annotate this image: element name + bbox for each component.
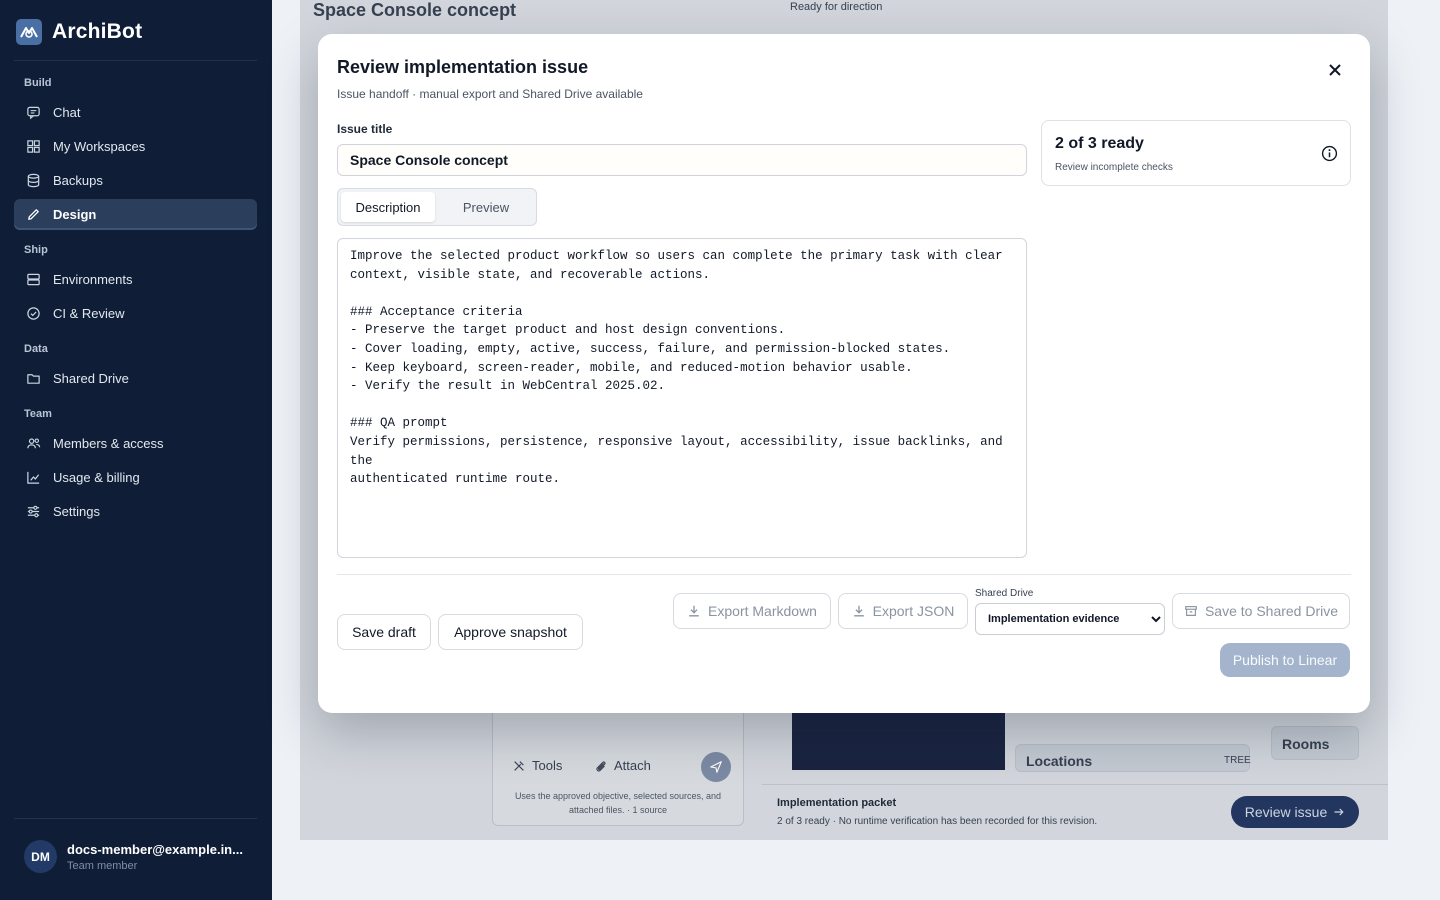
- rooms-label: Rooms: [1282, 736, 1330, 752]
- brand-name: ArchiBot: [52, 20, 143, 43]
- archibot-logo-icon: [16, 19, 42, 45]
- export-json-button[interactable]: Export JSON: [838, 593, 968, 629]
- sidebar: ArchiBot Build Chat My Workspaces Backup…: [0, 0, 272, 900]
- tools-button: Tools: [512, 758, 562, 773]
- sidebar-item-environments[interactable]: Environments: [14, 264, 257, 295]
- sidebar-item-label: Usage & billing: [53, 470, 140, 485]
- modal-divider: [337, 574, 1351, 575]
- locations-label: Locations: [1026, 753, 1093, 769]
- users-icon: [27, 438, 41, 449]
- sidebar-item-ci-review[interactable]: CI & Review: [14, 298, 257, 329]
- sidebar-item-label: Backups: [53, 173, 103, 188]
- server-icon: [27, 273, 40, 286]
- pencil-icon: [28, 209, 39, 220]
- user-profile[interactable]: DM docs-member@example.in... Team member: [24, 840, 245, 873]
- sidebar-divider: [14, 818, 257, 819]
- description-editor[interactable]: Improve the selected product workflow so…: [337, 238, 1027, 558]
- sidebar-item-label: Design: [53, 207, 97, 222]
- save-draft-button[interactable]: Save draft: [337, 614, 431, 650]
- sidebar-item-label: Chat: [53, 105, 81, 120]
- attach-button: Attach: [594, 758, 651, 773]
- paperclip-icon: [596, 760, 606, 772]
- tab-description[interactable]: Description: [341, 192, 435, 222]
- modal-subtitle: Issue handoff · manual export and Shared…: [337, 87, 643, 101]
- sidebar-item-label: Shared Drive: [53, 371, 129, 386]
- export-markdown-button[interactable]: Export Markdown: [673, 593, 831, 629]
- issue-title-input[interactable]: [337, 144, 1027, 176]
- sidebar-item-my-workspaces[interactable]: My Workspaces: [14, 131, 257, 162]
- download-icon: [689, 605, 699, 617]
- readiness-title: 2 of 3 ready: [1055, 135, 1144, 152]
- send-button: [701, 752, 731, 782]
- archive-icon: [1185, 606, 1197, 616]
- nav-group-build: Build: [24, 77, 52, 89]
- sidebar-item-design[interactable]: Design: [14, 199, 257, 230]
- export-markdown-label: Export Markdown: [708, 603, 817, 619]
- send-icon: [710, 761, 722, 773]
- brand-divider: [14, 60, 257, 61]
- review-issue-button: Review issue: [1231, 796, 1359, 828]
- info-icon[interactable]: [1321, 145, 1338, 162]
- description-tabs: Description Preview: [337, 188, 537, 226]
- review-issue-modal: Review implementation issue Issue handof…: [318, 34, 1370, 713]
- sidebar-item-chat[interactable]: Chat: [14, 97, 257, 128]
- chat-icon: [27, 106, 40, 120]
- export-json-label: Export JSON: [872, 603, 955, 619]
- user-role: Team member: [67, 859, 138, 872]
- tab-preview[interactable]: Preview: [439, 192, 533, 222]
- sidebar-item-backups[interactable]: Backups: [14, 165, 257, 196]
- modal-title: Review implementation issue: [337, 57, 589, 77]
- readiness-subtitle: Review incomplete checks: [1055, 162, 1173, 173]
- publish-to-linear-button[interactable]: Publish to Linear: [1220, 643, 1350, 677]
- readiness-card: 2 of 3 ready Review incomplete checks: [1041, 120, 1351, 186]
- bar-chart-icon: [27, 471, 40, 484]
- status-text: Ready for direction: [790, 1, 883, 13]
- sidebar-item-label: Members & access: [53, 436, 164, 451]
- approve-snapshot-button[interactable]: Approve snapshot: [438, 614, 583, 650]
- page-title: Space Console concept: [313, 0, 517, 20]
- check-circle-icon: [27, 307, 40, 320]
- composer-hint: Uses the approved objective, selected so…: [514, 791, 722, 815]
- user-email: docs-member@example.in...: [67, 841, 243, 857]
- packet-title: Implementation packet: [777, 797, 897, 809]
- tools-icon: [514, 760, 524, 771]
- review-issue-label: Review issue: [1244, 804, 1328, 820]
- tools-label: Tools: [532, 758, 563, 773]
- sidebar-item-label: Settings: [53, 504, 100, 519]
- sidebar-item-settings[interactable]: Settings: [14, 496, 257, 527]
- nav-group-ship: Ship: [24, 244, 48, 256]
- avatar: DM: [24, 840, 57, 873]
- save-to-shared-drive-label: Save to Shared Drive: [1204, 603, 1339, 619]
- sidebar-item-label: My Workspaces: [53, 139, 146, 154]
- close-icon: [1329, 64, 1341, 76]
- nav-group-team: Team: [24, 408, 52, 420]
- packet-subtitle: 2 of 3 ready · No runtime verification h…: [777, 816, 1098, 827]
- download-icon: [853, 605, 864, 617]
- brand[interactable]: ArchiBot: [16, 19, 142, 45]
- attach-label: Attach: [614, 758, 651, 773]
- sidebar-item-shared-drive[interactable]: Shared Drive: [14, 363, 257, 394]
- sidebar-item-label: Environments: [53, 272, 133, 287]
- sliders-icon: [27, 505, 40, 518]
- shared-drive-select[interactable]: Implementation evidence: [975, 603, 1165, 635]
- folder-icon: [27, 374, 40, 384]
- issue-title-label: Issue title: [337, 122, 393, 136]
- arrow-right-icon: [1334, 808, 1344, 816]
- nav-group-data: Data: [24, 343, 48, 355]
- database-icon: [27, 173, 40, 188]
- close-button[interactable]: [1323, 58, 1347, 82]
- save-to-shared-drive-button[interactable]: Save to Shared Drive: [1172, 593, 1350, 629]
- grid-icon: [27, 140, 40, 153]
- sidebar-item-members-access[interactable]: Members & access: [14, 428, 257, 459]
- sidebar-item-usage-billing[interactable]: Usage & billing: [14, 462, 257, 493]
- shared-drive-label: Shared Drive: [975, 588, 1034, 599]
- preview-canvas: [792, 712, 1005, 770]
- sidebar-item-label: CI & Review: [53, 306, 125, 321]
- tree-label: TREE: [1224, 755, 1251, 766]
